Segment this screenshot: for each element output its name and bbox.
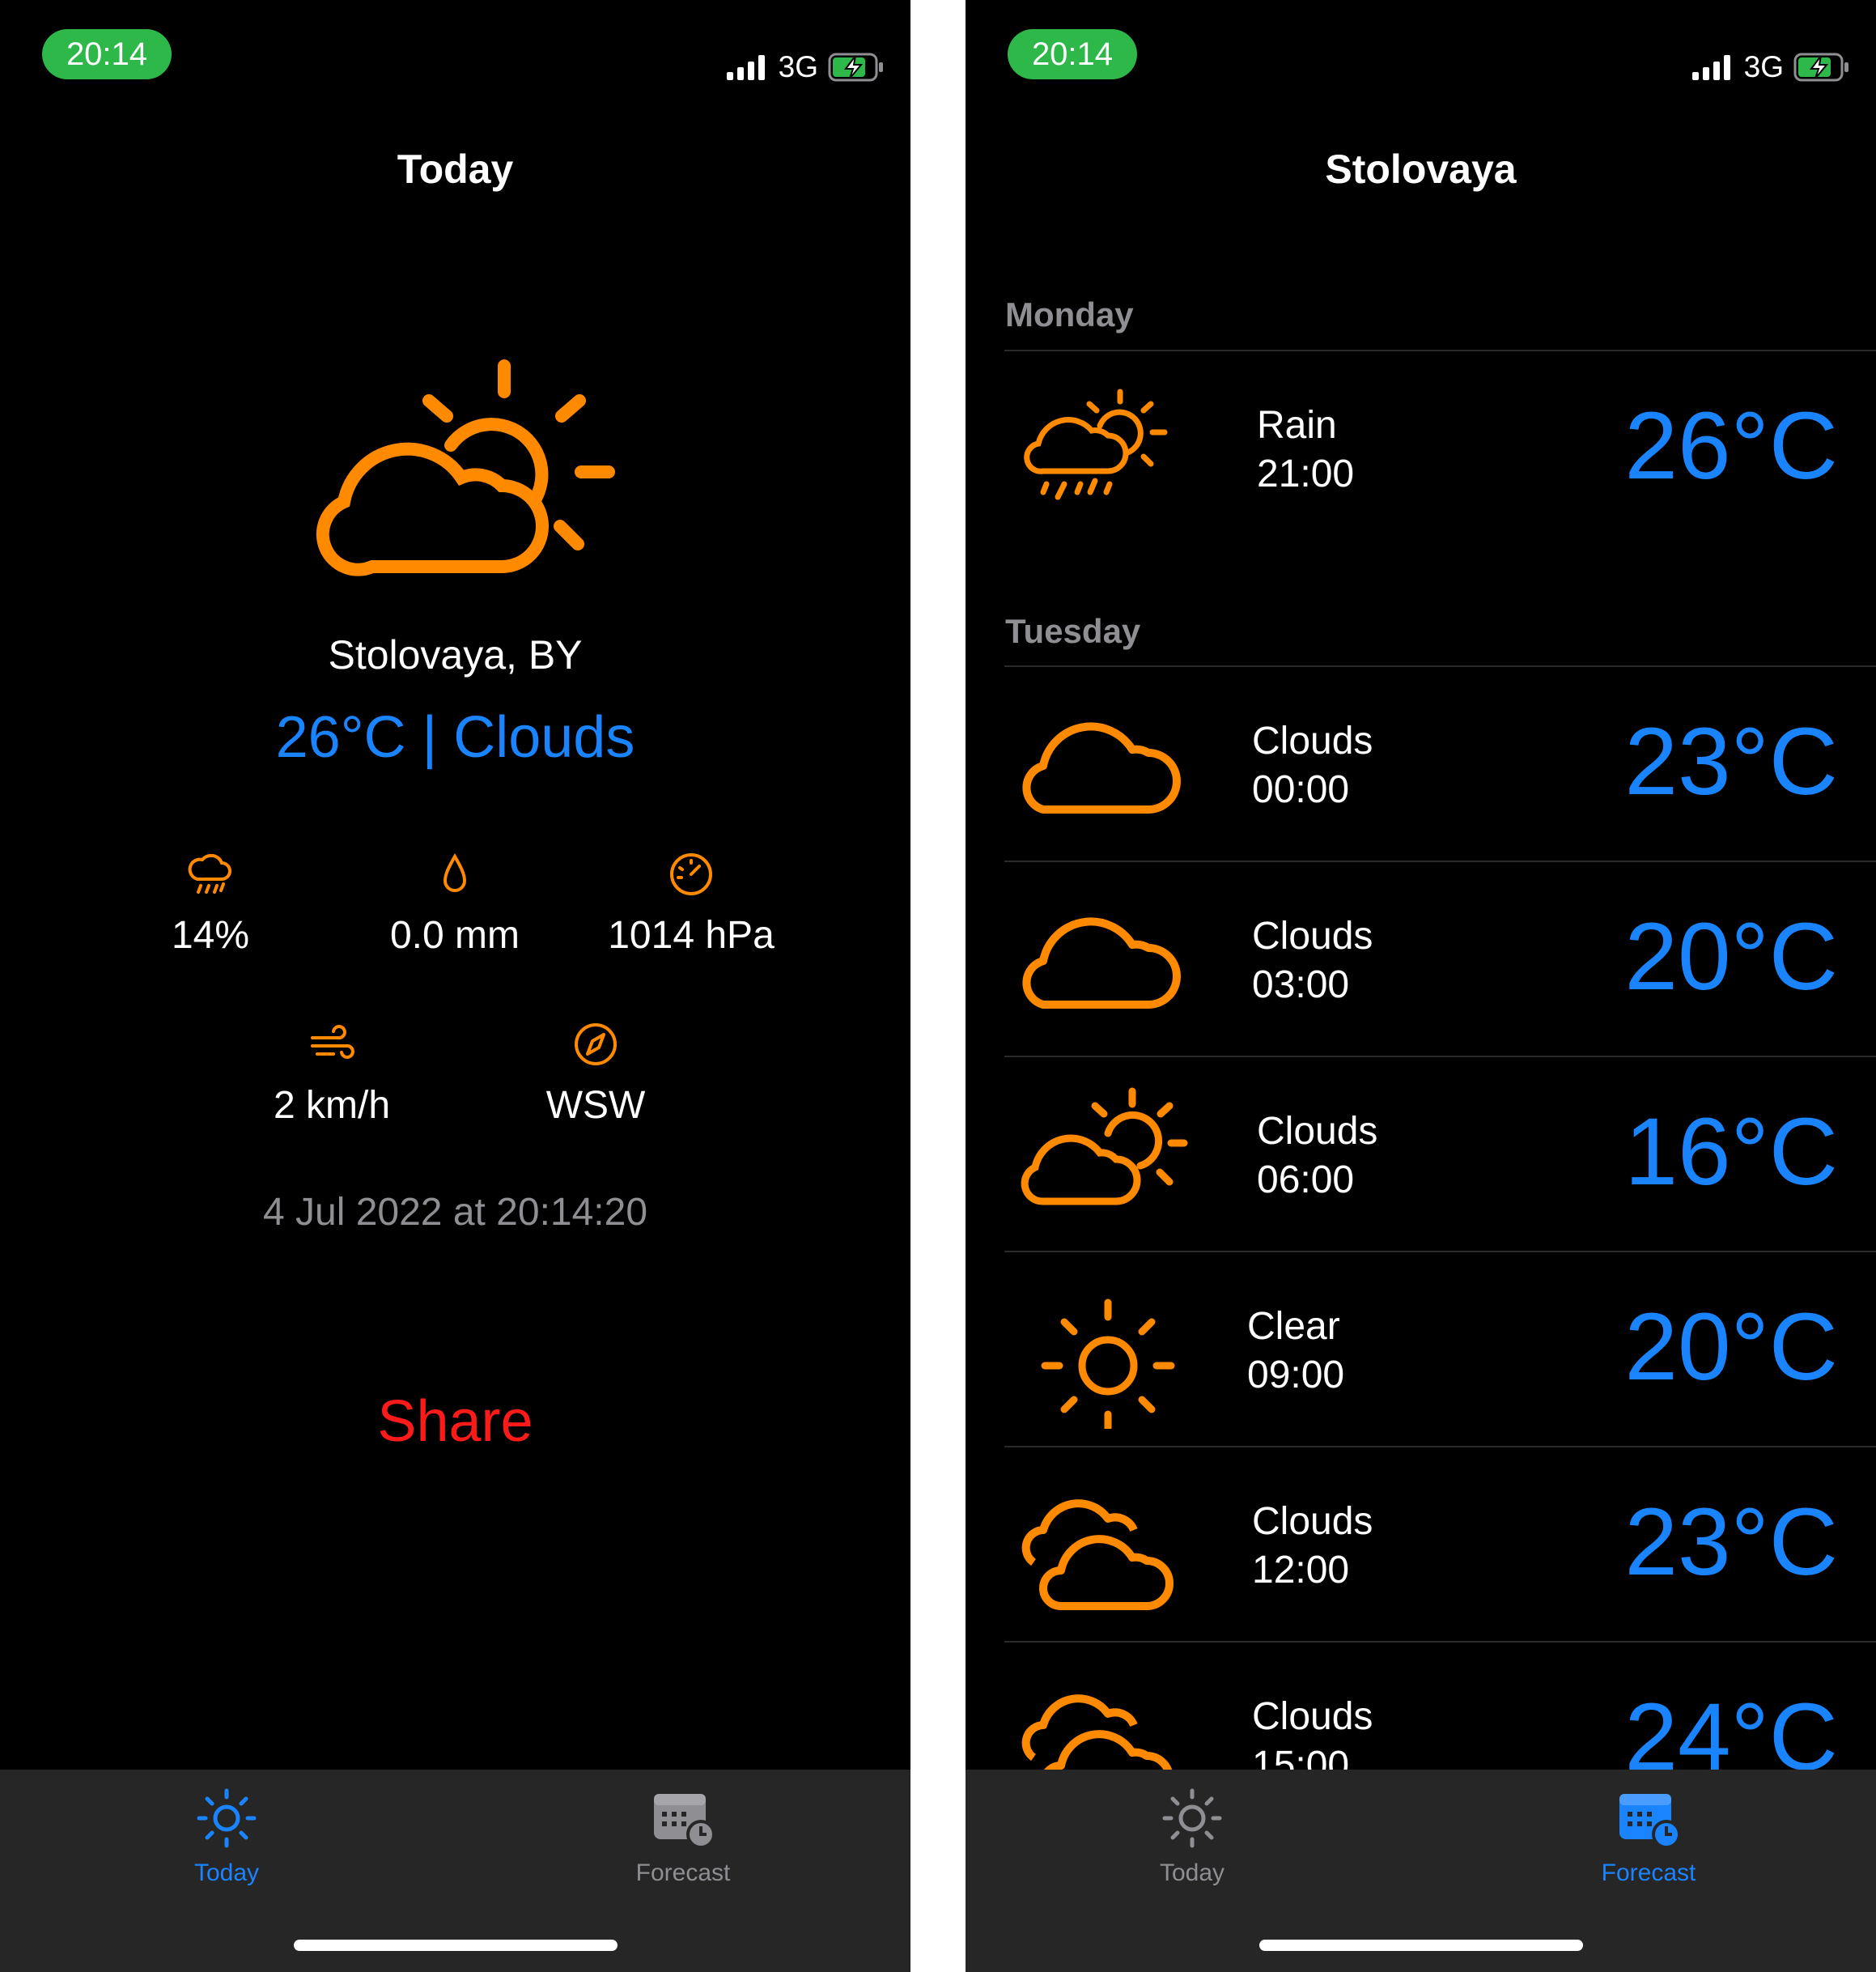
temperature-label: 20°C: [1624, 903, 1838, 1010]
tab-forecast-label: Forecast: [1601, 1859, 1696, 1886]
tab-forecast[interactable]: Forecast: [1527, 1786, 1770, 1887]
clouds-icon: [1021, 1499, 1174, 1610]
sun-icon: [197, 1788, 257, 1848]
temperature-label: 23°C: [1624, 708, 1838, 815]
today-screen: 20:14 3G Today Stolovaya, BY 26°C | Clou…: [0, 0, 910, 1972]
time-label: 00:00: [1252, 768, 1350, 811]
network-type: 3G: [778, 50, 818, 83]
calendar-clock-icon: [654, 1794, 715, 1849]
status-time: 20:14: [1008, 29, 1137, 79]
status-time: 20:14: [42, 29, 172, 79]
cloud-sun-icon: [316, 359, 615, 576]
calendar-clock-icon: [1619, 1794, 1681, 1849]
time-label: 06:00: [1257, 1158, 1355, 1201]
temperature-label: 16°C: [1624, 1099, 1838, 1205]
tab-today[interactable]: Today: [1071, 1786, 1314, 1887]
battery-charging-icon: [1793, 53, 1848, 82]
wind-speed-value: 2 km/h: [273, 1084, 391, 1127]
tab-bar: Today Forecast: [966, 1770, 1876, 1972]
cloud-sun-icon: [1021, 1087, 1188, 1205]
forecast-condition: Clouds 00:00: [1252, 717, 1373, 814]
page-title: Today: [397, 147, 514, 192]
wind-speed-metric: 2 km/h: [210, 1020, 453, 1128]
wind-direction-metric: WSW: [474, 1020, 717, 1128]
cloud-icon: [1022, 722, 1181, 814]
temperature-label: 23°C: [1624, 1489, 1838, 1596]
tab-forecast[interactable]: Forecast: [562, 1786, 804, 1887]
tab-forecast-label: Forecast: [635, 1859, 731, 1886]
cloud-rain-icon: [188, 853, 231, 894]
time-label: 12:00: [1252, 1549, 1350, 1592]
pressure-metric: 1014 hPa: [570, 850, 813, 958]
status-indicators: 3G: [1691, 47, 1850, 87]
condition-label: Clouds: [1257, 1110, 1378, 1153]
forecast-row[interactable]: Clear 09:00 20°C: [1004, 1251, 1876, 1447]
pressure-value: 1014 hPa: [608, 914, 775, 957]
section-header-tuesday: Tuesday: [1005, 612, 1141, 650]
temperature-label: 20°C: [1624, 1294, 1838, 1400]
condition-label: Clouds: [1252, 1695, 1373, 1738]
precip-amount-value: 0.0 mm: [389, 914, 520, 957]
condition-label: Clouds: [1252, 1500, 1373, 1543]
temperature-label: 26°C: [1624, 393, 1838, 499]
forecast-condition: Clouds 12:00: [1252, 1498, 1373, 1595]
sun-icon: [1162, 1788, 1222, 1848]
condition-label: Rain: [1257, 404, 1337, 447]
condition-label: Clouds: [1252, 915, 1373, 958]
rain-sun-icon: [1024, 389, 1168, 500]
home-indicator[interactable]: [293, 1940, 618, 1951]
forecast-condition: Clear 09:00: [1247, 1303, 1344, 1400]
updated-timestamp: 4 Jul 2022 at 20:14:20: [262, 1191, 648, 1234]
time-label: 09:00: [1247, 1354, 1345, 1396]
page-title: Stolovaya: [1325, 147, 1517, 192]
time-label: 21:00: [1257, 453, 1355, 495]
precip-chance-value: 14%: [171, 914, 250, 957]
wind-direction-value: WSW: [545, 1084, 646, 1127]
location-label: Stolovaya, BY: [328, 632, 583, 678]
forecast-row[interactable]: Rain 21:00 26°C: [1004, 350, 1876, 546]
tab-bar: Today Forecast: [0, 1770, 910, 1972]
forecast-row[interactable]: Clouds 03:00 20°C: [1004, 861, 1876, 1056]
status-indicators: 3G: [726, 47, 885, 87]
section-header-monday: Monday: [1005, 295, 1134, 334]
tab-today[interactable]: Today: [105, 1786, 348, 1887]
share-button[interactable]: Share: [324, 1388, 587, 1455]
signal-icon: [1691, 55, 1730, 80]
condition-label: Clear: [1247, 1305, 1340, 1348]
tab-today-label: Today: [1159, 1859, 1225, 1886]
forecast-row[interactable]: Clouds 12:00 23°C: [1004, 1446, 1876, 1642]
home-indicator[interactable]: [1258, 1940, 1583, 1951]
battery-charging-icon: [828, 53, 883, 82]
condition-label: Clouds: [1252, 720, 1373, 763]
precip-chance-metric: 14%: [89, 850, 332, 958]
compass-icon: [575, 1023, 617, 1065]
drop-icon: [443, 852, 467, 892]
wind-icon: [311, 1025, 354, 1059]
network-type: 3G: [1743, 50, 1784, 83]
tab-today-label: Today: [193, 1859, 260, 1886]
forecast-screen: 20:14 3G Stolovaya Monday Rain 21:00 26°…: [966, 0, 1876, 1972]
time-label: 03:00: [1252, 963, 1350, 1006]
signal-icon: [726, 55, 765, 80]
forecast-row[interactable]: Clouds 06:00 16°C: [1004, 1056, 1876, 1252]
current-summary: 26°C | Clouds: [275, 705, 635, 770]
forecast-condition: Clouds 03:00: [1252, 912, 1373, 1009]
forecast-row[interactable]: Clouds 00:00 23°C: [1004, 665, 1876, 861]
cloud-icon: [1022, 917, 1181, 1009]
gauge-icon: [670, 853, 712, 895]
precip-amount-metric: 0.0 mm: [333, 850, 576, 958]
forecast-condition: Rain 21:00: [1257, 402, 1354, 499]
sun-icon: [1041, 1298, 1175, 1429]
forecast-condition: Clouds 06:00: [1257, 1107, 1377, 1205]
